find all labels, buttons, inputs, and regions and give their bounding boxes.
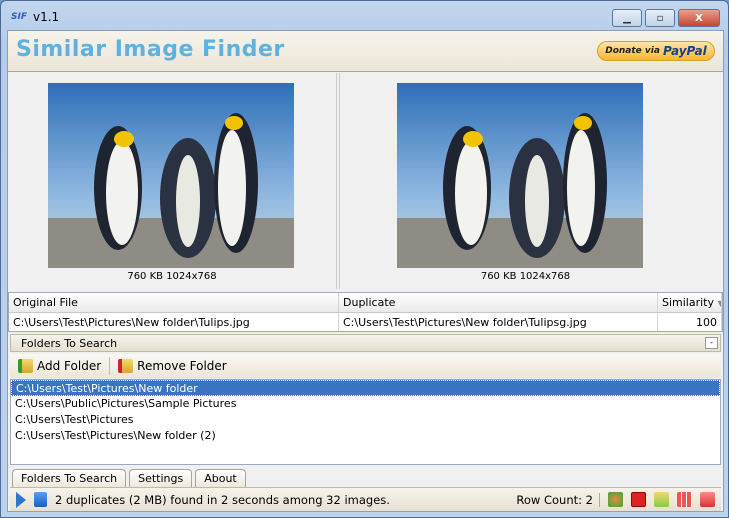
tab-about[interactable]: About	[195, 469, 246, 487]
copy-icon[interactable]	[700, 492, 715, 507]
donate-label: Donate via	[605, 46, 660, 56]
status-bar: 2 duplicates (2 MB) found in 2 seconds a…	[10, 487, 721, 511]
column-original-file[interactable]: Original File	[9, 293, 339, 312]
similarity-header-label: Similarity	[662, 296, 715, 309]
original-file-cell: C:\Users\Test\Pictures\New folder\Tulips…	[9, 313, 339, 331]
sort-desc-icon: ▼	[718, 299, 721, 308]
app-logo: Similar Image Finder	[16, 37, 285, 62]
window-title: v1.1	[32, 10, 60, 24]
app-icon: SIF	[11, 12, 27, 22]
list-item[interactable]: C:\Users\Test\Pictures\New folder	[11, 380, 720, 396]
original-image	[48, 83, 294, 268]
folders-panel-header: Folders To Search -	[10, 334, 721, 352]
refresh-icon[interactable]	[608, 492, 623, 507]
duplicate-image	[397, 83, 643, 268]
grid-export-icon[interactable]	[677, 492, 692, 507]
tab-settings[interactable]: Settings	[129, 469, 193, 487]
collapse-panel-button[interactable]: -	[705, 337, 718, 349]
remove-folder-icon	[118, 359, 134, 373]
duplicate-cell: C:\Users\Test\Pictures\New folder\Tulips…	[339, 313, 658, 331]
remove-folder-label: Remove Folder	[137, 359, 227, 373]
stop-icon[interactable]	[34, 492, 47, 507]
duplicate-image-caption: 760 KB 1024x768	[480, 271, 571, 282]
tab-folders-to-search[interactable]: Folders To Search	[12, 469, 127, 487]
table-row[interactable]: C:\Users\Test\Pictures\New folder\Tulips…	[9, 313, 722, 331]
move-folder-icon[interactable]	[654, 492, 669, 507]
add-folder-button[interactable]: Add Folder	[16, 357, 103, 375]
vertical-splitter[interactable]	[336, 73, 340, 289]
list-item[interactable]: C:\Users\Test\Pictures	[11, 412, 720, 428]
results-grid: Original File Duplicate Similarity ▼ C:\…	[8, 292, 723, 332]
folders-toolbar: Add Folder Remove Folder	[10, 354, 721, 378]
column-similarity[interactable]: Similarity ▼	[658, 293, 722, 312]
main-window: SIF v1.1 ▁ ▫ X Similar Image Finder Dona…	[0, 0, 729, 518]
close-button[interactable]: X	[678, 9, 720, 27]
banner: Similar Image Finder Donate via PayPal	[8, 31, 723, 72]
similarity-cell: 100	[658, 313, 722, 331]
minimize-button[interactable]: ▁	[612, 9, 642, 27]
row-count: Row Count: 2	[516, 492, 600, 507]
status-message: 2 duplicates (2 MB) found in 2 seconds a…	[55, 492, 390, 507]
folders-list[interactable]: C:\Users\Test\Pictures\New folder C:\Use…	[10, 379, 721, 465]
original-preview-pane: 760 KB 1024x768	[8, 73, 336, 289]
list-item[interactable]: C:\Users\Public\Pictures\Sample Pictures	[11, 396, 720, 412]
column-duplicate[interactable]: Duplicate	[339, 293, 658, 312]
delete-icon[interactable]	[631, 492, 646, 507]
original-image-caption: 760 KB 1024x768	[127, 271, 217, 282]
add-folder-icon	[18, 359, 33, 373]
remove-folder-button[interactable]: Remove Folder	[116, 357, 229, 375]
list-item[interactable]: C:\Users\Test\Pictures\New folder (2)	[11, 428, 720, 444]
add-folder-label: Add Folder	[37, 359, 102, 373]
toolbar-separator	[109, 357, 111, 375]
play-icon[interactable]	[16, 491, 26, 508]
donate-paypal-button[interactable]: Donate via PayPal	[597, 41, 715, 61]
duplicate-preview-pane: 760 KB 1024x768	[356, 73, 723, 289]
title-bar: SIF v1.1	[11, 10, 59, 24]
paypal-label: PayPal	[662, 44, 707, 58]
maximize-button[interactable]: ▫	[645, 9, 675, 27]
folders-panel-title: Folders To Search	[21, 337, 118, 350]
